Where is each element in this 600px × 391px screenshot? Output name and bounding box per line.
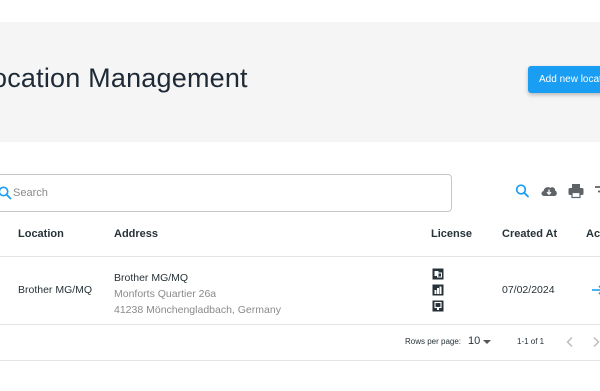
row-divider xyxy=(0,324,600,325)
cloud-download-icon[interactable] xyxy=(539,182,559,200)
previous-page-icon[interactable] xyxy=(565,336,575,348)
license-icon-2 xyxy=(432,284,444,296)
arrow-right-icon[interactable] xyxy=(591,283,600,297)
created-at-cell: 07/02/2024 xyxy=(502,284,555,296)
column-header-created-at[interactable]: Created At xyxy=(502,228,557,240)
print-icon[interactable] xyxy=(566,182,586,200)
header-divider xyxy=(0,256,600,257)
column-header-license[interactable]: License xyxy=(431,228,472,240)
column-header-location[interactable]: Location xyxy=(18,228,64,240)
license-icon-1 xyxy=(432,268,444,280)
top-band xyxy=(0,0,600,22)
page-title: ocation Management xyxy=(0,63,248,93)
rows-per-page-label: Rows per page: xyxy=(405,337,462,346)
search-input[interactable] xyxy=(13,184,433,202)
location-cell: Brother MG/MQ xyxy=(18,284,93,296)
column-header-actions[interactable]: Act xyxy=(586,228,600,240)
address-city: 41238 Mönchengladbach, Germany xyxy=(114,304,281,316)
chevron-down-icon[interactable] xyxy=(483,340,491,344)
search-icon xyxy=(0,186,12,200)
rows-per-page-select[interactable]: 10 xyxy=(468,335,480,347)
search-icon[interactable] xyxy=(513,182,533,200)
address-name: Brother MG/MQ xyxy=(114,272,189,284)
footer-divider xyxy=(0,360,600,361)
search-field[interactable] xyxy=(0,174,452,212)
pagination-range: 1-1 of 1 xyxy=(517,337,545,346)
filter-icon[interactable] xyxy=(592,182,600,200)
next-page-icon[interactable] xyxy=(591,336,600,348)
address-cell: Brother MG/MQ Monforts Quartier 26a 4123… xyxy=(114,270,281,318)
address-street: Monforts Quartier 26a xyxy=(114,288,217,300)
license-icon-3 xyxy=(432,300,444,312)
column-header-address[interactable]: Address xyxy=(114,228,158,240)
add-location-button[interactable]: Add new location xyxy=(528,66,600,93)
